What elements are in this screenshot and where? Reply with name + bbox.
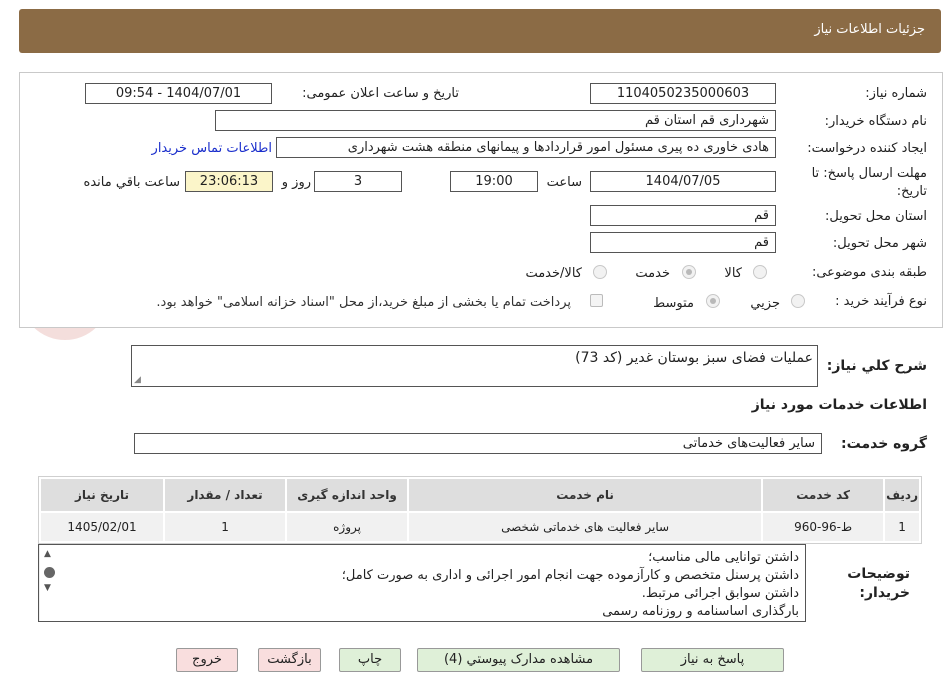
note-line: بارگذاری اساسنامه و روزنامه رسمی xyxy=(602,604,799,619)
services-section-title: اطلاعات خدمات مورد نیاز xyxy=(751,397,927,413)
category-service-label: خدمت xyxy=(635,266,670,281)
requester-field[interactable]: هادی خاوری ده پیری مسئول امور قراردادها … xyxy=(276,137,776,158)
attachments-button[interactable]: مشاهده مدارک پیوستي (4) xyxy=(417,648,620,672)
need-number-field[interactable]: 1104050235000603 xyxy=(590,83,776,104)
col-name-header: نام خدمت xyxy=(407,477,764,513)
cell-date: 1405/02/01 xyxy=(38,511,166,543)
cell-name: سایر فعالیت های خدماتی شخصی xyxy=(407,511,764,543)
cell-qty: 1 xyxy=(163,511,288,543)
requester-label: ایجاد کننده درخواست: xyxy=(807,141,927,156)
cell-code: ط-96-960 xyxy=(761,511,886,543)
days-label: روز و xyxy=(281,175,311,190)
service-group-field[interactable]: سایر فعالیت‌های خدماتی xyxy=(134,433,822,454)
note-line: داشتن سوابق اجرائی مرتبط. xyxy=(641,586,799,601)
page-header: جزئیات اطلاعات نیاز xyxy=(19,9,941,53)
deadline-label-2: تاریخ: xyxy=(896,184,927,199)
notes-label: توضیحات xyxy=(847,566,910,582)
scroll-down-icon[interactable]: ▼ xyxy=(44,583,51,593)
process-minor-radio[interactable] xyxy=(791,294,805,308)
buyer-org-field[interactable]: شهرداری قم استان قم xyxy=(215,110,776,131)
resize-handle-icon[interactable]: ◢ xyxy=(134,375,141,385)
remaining-time-field: 23:06:13 xyxy=(185,171,273,192)
deadline-time-label: ساعت xyxy=(546,175,582,190)
treasury-checkbox[interactable] xyxy=(590,294,603,307)
payment-note: پرداخت تمام یا بخشی از مبلغ خرید،از محل … xyxy=(156,295,571,310)
category-service-radio[interactable] xyxy=(682,265,696,279)
service-group-label: گروه خدمت: xyxy=(841,436,927,452)
page-title: جزئیات اطلاعات نیاز xyxy=(814,22,925,37)
category-label: طبقه بندی موضوعی: xyxy=(811,265,927,280)
buyer-contact-link[interactable]: اطلاعات تماس خریدار xyxy=(152,141,272,156)
category-goods-label: کالا xyxy=(724,266,742,281)
category-both-radio[interactable] xyxy=(593,265,607,279)
summary-value: عملیات فضای سبز بوستان غدیر (کد 73) xyxy=(575,350,813,366)
scroll-up-icon[interactable]: ▲ xyxy=(44,549,51,559)
days-field[interactable]: 3 xyxy=(314,171,402,192)
summary-textarea[interactable]: عملیات فضای سبز بوستان غدیر (کد 73) ◢ xyxy=(131,345,818,387)
announce-field[interactable]: 1404/07/01 - 09:54 xyxy=(85,83,272,104)
col-date-header: تاریخ نیاز xyxy=(38,477,166,513)
services-table: ردیف کد خدمت نام خدمت واحد اندازه گیری ت… xyxy=(38,476,922,544)
process-medium-label: متوسط xyxy=(653,296,694,311)
deadline-time-field[interactable]: 19:00 xyxy=(450,171,538,192)
delivery-city-label: شهر محل تحویل: xyxy=(832,236,927,251)
remaining-label: ساعت باقي مانده xyxy=(83,175,180,190)
category-both-label: کالا/خدمت xyxy=(525,266,582,281)
deadline-label: مهلت ارسال پاسخ: تا xyxy=(811,166,927,181)
back-button[interactable]: بازگشت xyxy=(258,648,321,672)
note-line: داشتن پرسنل متخصص و کارآزموده جهت انجام … xyxy=(341,568,799,583)
col-unit-header: واحد اندازه گیری xyxy=(285,477,410,513)
print-button[interactable]: چاپ xyxy=(339,648,401,672)
deadline-date-field[interactable]: 1404/07/05 xyxy=(590,171,776,192)
table-row[interactable]: 1 ط-96-960 سایر فعالیت های خدماتی شخصی پ… xyxy=(38,511,921,543)
delivery-province-field[interactable]: قم xyxy=(590,205,776,226)
cell-unit: پروژه xyxy=(285,511,410,543)
exit-button[interactable]: خروج xyxy=(176,648,238,672)
category-goods-radio[interactable] xyxy=(753,265,767,279)
summary-label: شرح کلي نیاز: xyxy=(826,358,927,374)
notes-textarea[interactable]: داشتن توانایی مالی مناسب؛ داشتن پرسنل مت… xyxy=(38,544,806,622)
notes-label-2: خریدار: xyxy=(859,585,910,601)
col-qty-header: تعداد / مقدار xyxy=(163,477,288,513)
process-medium-radio[interactable] xyxy=(706,294,720,308)
col-row-header: ردیف xyxy=(883,477,921,513)
cell-row: 1 xyxy=(883,511,921,543)
delivery-province-label: استان محل تحویل: xyxy=(825,209,927,224)
note-line: داشتن توانایی مالی مناسب؛ xyxy=(648,550,799,565)
col-code-header: کد خدمت xyxy=(761,477,886,513)
process-label: نوع فرآیند خرید : xyxy=(835,294,927,309)
delivery-city-field[interactable]: قم xyxy=(590,232,776,253)
process-minor-label: جزیي xyxy=(750,296,780,311)
reply-button[interactable]: پاسخ به نیاز xyxy=(641,648,784,672)
announce-label: تاریخ و ساعت اعلان عمومی: xyxy=(302,86,459,101)
buyer-org-label: نام دستگاه خریدار: xyxy=(824,114,927,129)
table-header-row: ردیف کد خدمت نام خدمت واحد اندازه گیری ت… xyxy=(38,477,921,513)
notes-scrollbar[interactable]: ▲ ▼ xyxy=(39,545,60,621)
scroll-thumb[interactable] xyxy=(44,567,55,578)
need-number-label: شماره نیاز: xyxy=(865,86,927,101)
